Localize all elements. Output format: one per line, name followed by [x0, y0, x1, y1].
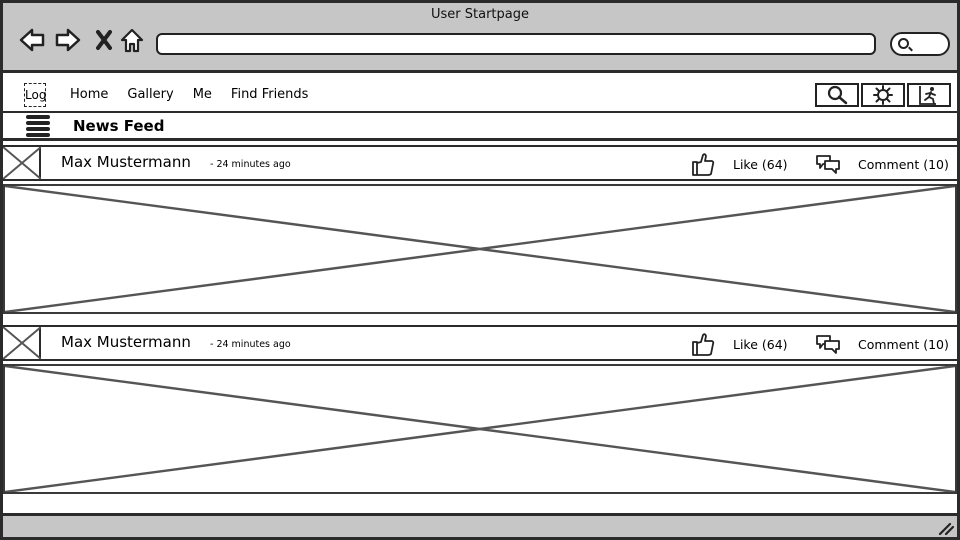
like-button[interactable]: Like (64) [733, 337, 788, 352]
avatar[interactable] [3, 147, 41, 179]
post-image-placeholder[interactable] [3, 184, 957, 314]
search-icon [898, 38, 909, 49]
resize-grip-icon[interactable] [938, 521, 954, 535]
home-icon[interactable] [117, 25, 147, 55]
url-input[interactable] [156, 33, 876, 55]
avatar[interactable] [3, 327, 41, 359]
news-feed-bar: News Feed [3, 113, 957, 141]
search-button[interactable] [815, 83, 859, 107]
menu-item-gallery[interactable]: Gallery [127, 87, 173, 102]
window-title: User Startpage [431, 7, 529, 22]
logo[interactable]: Log [24, 83, 46, 107]
browser-window: User Startpage Log Home Gallery Me Find … [0, 0, 960, 540]
status-bar [3, 513, 957, 537]
search-icon [827, 85, 848, 105]
post-author[interactable]: Max Mustermann [61, 153, 191, 171]
menu-item-find-friends[interactable]: Find Friends [231, 87, 309, 102]
logout-button[interactable] [907, 83, 951, 107]
comment-button[interactable]: Comment (10) [858, 157, 949, 172]
post-header: Max Mustermann - 24 minutes ago Like (64… [3, 145, 957, 181]
back-arrow-icon[interactable] [17, 25, 47, 55]
close-icon[interactable] [89, 25, 119, 55]
forward-arrow-icon[interactable] [53, 25, 83, 55]
post-timestamp: - 24 minutes ago [210, 339, 291, 350]
exit-icon [919, 86, 936, 105]
comment-button[interactable]: Comment (10) [858, 337, 949, 352]
browser-toolbar: User Startpage [3, 3, 957, 73]
settings-button[interactable] [861, 83, 905, 107]
post-header: Max Mustermann - 24 minutes ago Like (64… [3, 325, 957, 361]
comment-icon[interactable] [815, 333, 841, 355]
menu-item-me[interactable]: Me [193, 87, 212, 102]
comment-icon[interactable] [815, 153, 841, 175]
menu-item-home[interactable]: Home [70, 87, 108, 102]
like-button[interactable]: Like (64) [733, 157, 788, 172]
page-title: News Feed [73, 117, 165, 135]
main-menu: Home Gallery Me Find Friends [70, 87, 327, 102]
hamburger-menu-icon[interactable] [26, 115, 50, 137]
top-navigation: Log Home Gallery Me Find Friends [3, 78, 957, 113]
browser-search-field[interactable] [890, 32, 950, 56]
thumbs-up-icon[interactable] [690, 151, 716, 177]
thumbs-up-icon[interactable] [690, 331, 716, 357]
post-author[interactable]: Max Mustermann [61, 333, 191, 351]
post-image-placeholder[interactable] [3, 364, 957, 494]
post-timestamp: - 24 minutes ago [210, 159, 291, 170]
gear-icon [873, 85, 893, 105]
